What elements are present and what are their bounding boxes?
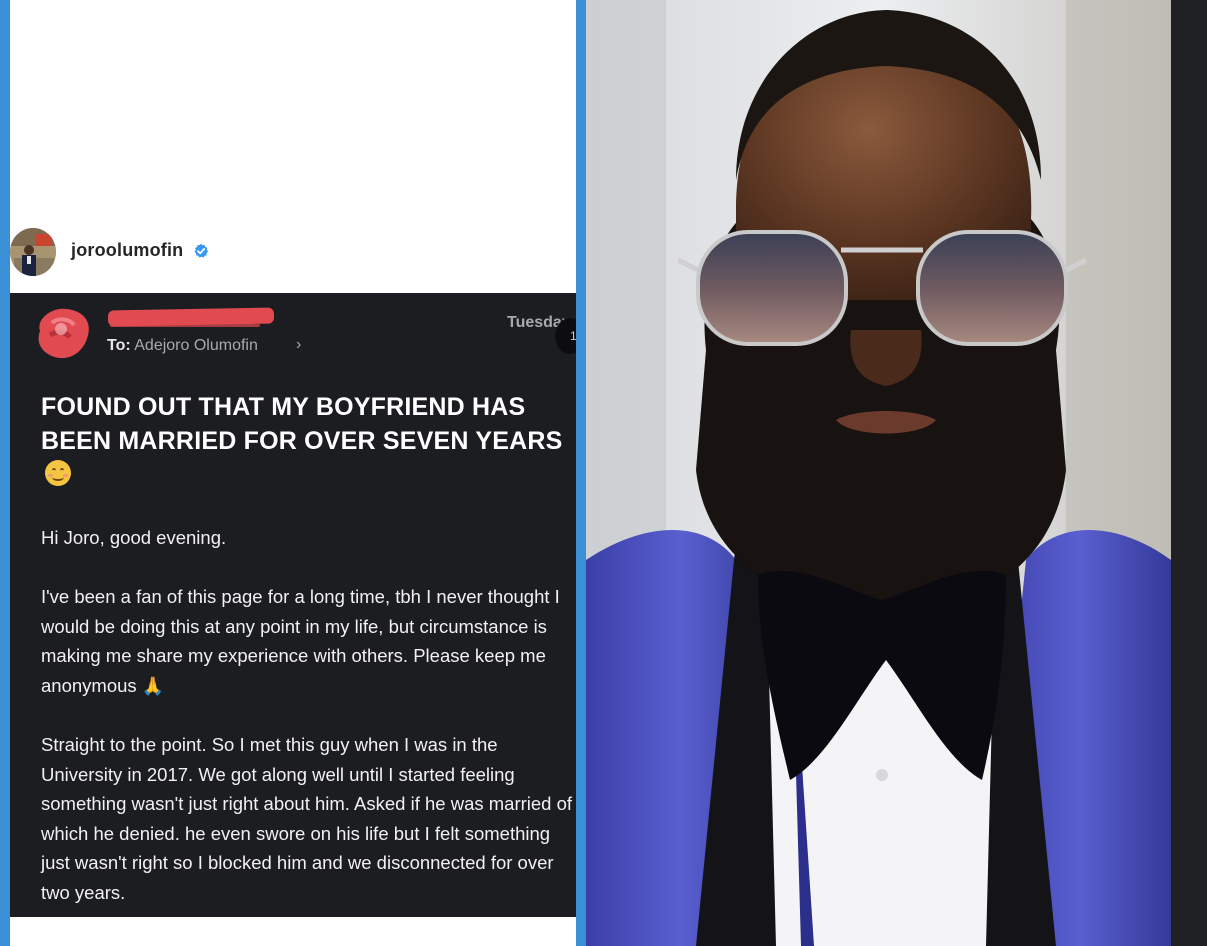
right-dark-strip: [1171, 0, 1207, 946]
post-header: joroolumofin: [10, 226, 576, 280]
recipient-name: Adejoro Olumofin: [134, 337, 258, 354]
instagram-post-panel: joroolumofin To: Adejoro Olumofin › Tues…: [10, 0, 576, 946]
profile-avatar[interactable]: [10, 228, 56, 276]
portrait-photo: [586, 0, 1171, 946]
smiling-face-icon: [45, 460, 71, 486]
message-greeting: Hi Joro, good evening.: [41, 527, 227, 548]
recipient-line: To: Adejoro Olumofin: [107, 337, 258, 355]
dm-screenshot-card: To: Adejoro Olumofin › Tuesday 1 FOUND O…: [10, 293, 576, 917]
unread-badge: 1: [555, 318, 576, 354]
left-border-stripe: [0, 0, 10, 946]
redacted-sender-avatar: [38, 308, 89, 359]
subject-text: FOUND OUT THAT MY BOYFRIEND HAS BEEN MAR…: [41, 393, 563, 455]
to-label: To:: [107, 337, 131, 354]
chevron-right-icon[interactable]: ›: [296, 336, 301, 354]
redacted-sender-underline: [110, 324, 260, 327]
message-subject: FOUND OUT THAT MY BOYFRIEND HAS BEEN MAR…: [41, 390, 571, 492]
verified-badge-icon: [194, 243, 209, 258]
message-paragraph-1: I've been a fan of this page for a long …: [41, 582, 573, 701]
panel-divider: [576, 0, 586, 946]
paragraph-1-text: I've been a fan of this page for a long …: [41, 586, 560, 696]
post-username[interactable]: joroolumofin: [71, 240, 183, 261]
folded-hands-icon: 🙏: [141, 675, 165, 696]
message-paragraph-2: Straight to the point. So I met this guy…: [41, 734, 573, 903]
